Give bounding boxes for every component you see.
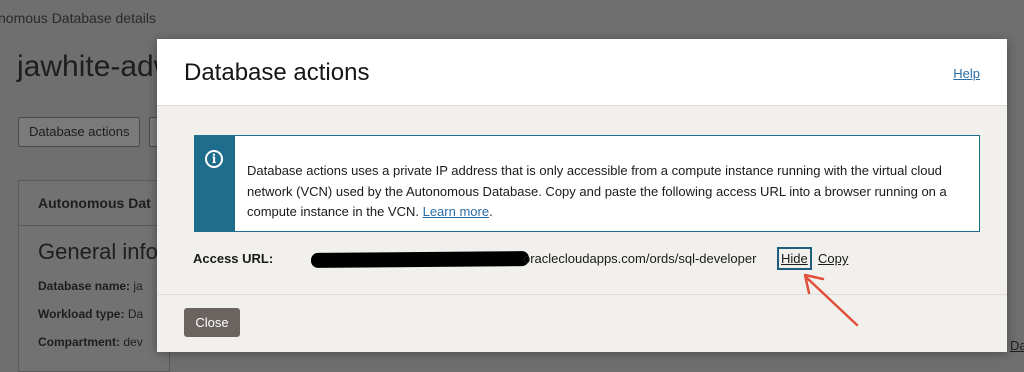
annotation-arrow-icon bbox=[803, 273, 859, 327]
background-link: Da bbox=[1010, 338, 1024, 353]
field-label: Compartment: bbox=[38, 335, 121, 349]
info-period: . bbox=[489, 204, 493, 219]
hide-link[interactable]: Hide bbox=[777, 247, 812, 270]
field-workload-type: Workload type: Da bbox=[38, 307, 143, 321]
page-title: jawhite-adw bbox=[17, 50, 176, 83]
field-label: Database name: bbox=[38, 279, 131, 293]
dialog-header: Database actions Help bbox=[157, 39, 1007, 106]
learn-more-link[interactable]: Learn more bbox=[423, 204, 489, 219]
field-value: Da bbox=[127, 307, 144, 321]
info-icon: i bbox=[205, 150, 223, 168]
field-compartment: Compartment: dev bbox=[38, 335, 143, 349]
field-database-name: Database name: ja bbox=[38, 279, 143, 293]
close-button[interactable]: Close bbox=[184, 308, 240, 337]
field-value: ja bbox=[133, 279, 143, 293]
help-link[interactable]: Help bbox=[953, 66, 980, 81]
info-stripe: i bbox=[195, 136, 235, 231]
redaction-mark bbox=[310, 251, 530, 268]
info-body: Database actions uses a private IP addre… bbox=[247, 163, 947, 219]
panel-heading: Autonomous Dat bbox=[38, 195, 151, 211]
database-actions-button: Database actions bbox=[18, 117, 141, 147]
info-text: Database actions uses a private IP addre… bbox=[247, 161, 967, 223]
breadcrumb: nomous Database details bbox=[0, 10, 156, 26]
field-label: Workload type: bbox=[38, 307, 125, 321]
section-title: General info bbox=[38, 239, 158, 264]
copy-link[interactable]: Copy bbox=[818, 251, 848, 266]
field-value: dev bbox=[123, 335, 143, 349]
access-url-value: oraclecloudapps.com/ords/sql-developer bbox=[523, 251, 757, 266]
dialog-title: Database actions bbox=[184, 59, 370, 86]
info-message: i Database actions uses a private IP add… bbox=[194, 135, 980, 232]
panel-divider bbox=[19, 225, 169, 226]
database-actions-dialog: Database actions Help i Database actions… bbox=[157, 39, 1007, 352]
access-url-label: Access URL: bbox=[193, 251, 274, 266]
dialog-footer: Close bbox=[157, 294, 1007, 352]
details-panel: Autonomous Dat General info Database nam… bbox=[18, 180, 170, 372]
